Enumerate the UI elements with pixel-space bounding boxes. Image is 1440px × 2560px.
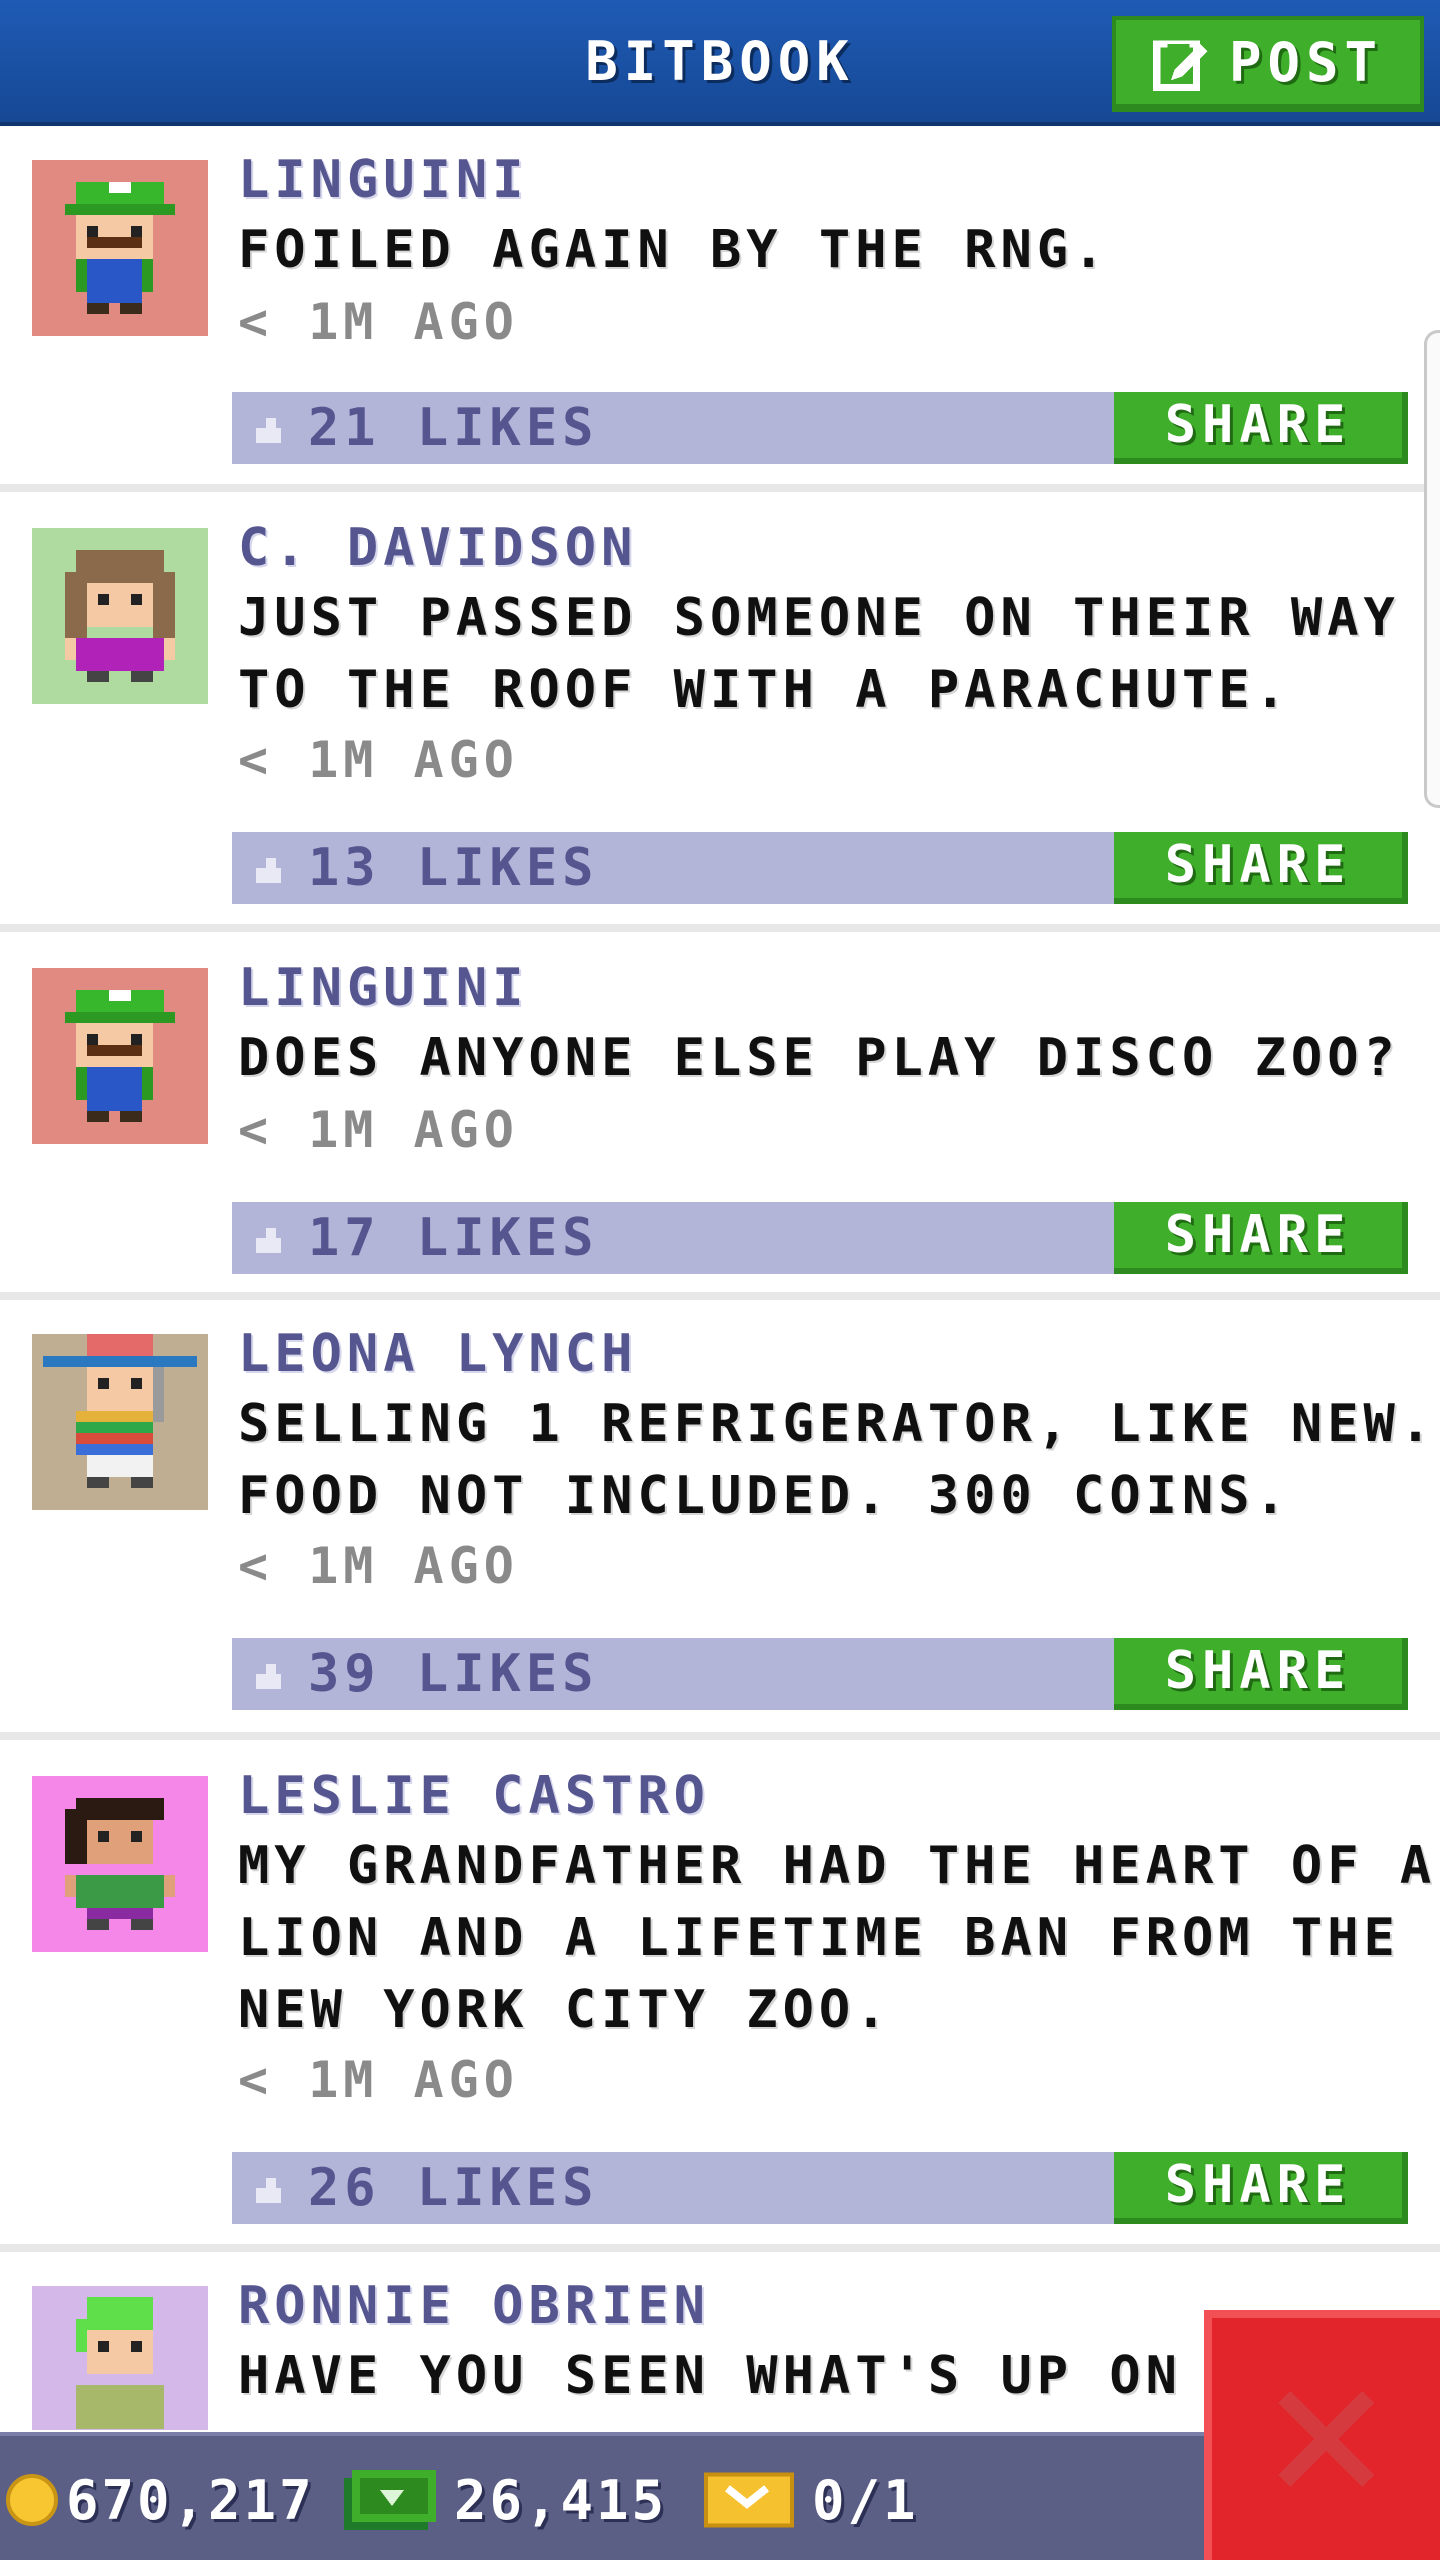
post-time: < 1M AGO [238, 293, 519, 351]
post-author[interactable]: LINGUINI [238, 150, 528, 210]
post-divider [0, 1292, 1440, 1300]
feed-post: LEONA LYNCH SELLING 1 REFRIGERATOR, LIKE… [0, 1300, 1440, 1740]
share-button[interactable]: SHARE [1114, 1638, 1408, 1710]
post-time: < 1M AGO [238, 1101, 519, 1159]
likes-bar: 13 LIKES SHARE [232, 832, 1408, 904]
post-text-line: SELLING 1 REFRIGERATOR, LIKE NEW. [238, 1394, 1437, 1454]
post-button-label: POST [1228, 30, 1384, 94]
coins-value: 670,217 [66, 2468, 315, 2532]
thumbs-up-icon [256, 1664, 281, 1689]
share-button[interactable]: SHARE [1114, 2152, 1408, 2224]
post-author[interactable]: C. DAVIDSON [238, 518, 637, 578]
likes-count: 13 LIKES [308, 838, 599, 898]
likes-count: 21 LIKES [308, 398, 599, 458]
vip-ticket-icon [704, 2472, 794, 2528]
feed-post: C. DAVIDSON JUST PASSED SOMEONE ON THEIR… [0, 492, 1440, 932]
post-time: < 1M AGO [238, 1537, 519, 1595]
share-button[interactable]: SHARE [1114, 832, 1408, 904]
vip-value: 0/1 [812, 2468, 919, 2532]
feed[interactable]: LINGUINI FOILED AGAIN BY THE RNG. < 1M A… [0, 130, 1440, 2430]
post-divider [0, 484, 1440, 492]
vip-stat: 0/1 [704, 2436, 919, 2560]
thumbs-up-icon [256, 2178, 281, 2203]
thumbs-up-icon [256, 858, 281, 883]
post-text-line: LION AND A LIFETIME BAN FROM THE [238, 1908, 1400, 1968]
post-text-line: FOOD NOT INCLUDED. 300 COINS. [238, 1466, 1291, 1526]
bux-stat: 26,415 [344, 2436, 667, 2560]
post-text-line: MY GRANDFATHER HAD THE HEART OF A [238, 1836, 1437, 1896]
post-text-line: FOILED AGAIN BY THE RNG. [238, 220, 1110, 280]
avatar [32, 528, 208, 704]
likes-count: 17 LIKES [308, 1208, 599, 1268]
likes-count: 39 LIKES [308, 1644, 599, 1704]
post-divider [0, 2244, 1440, 2252]
bux-value: 26,415 [454, 2468, 668, 2532]
feed-post: LINGUINI DOES ANYONE ELSE PLAY DISCO ZOO… [0, 932, 1440, 1300]
avatar [32, 968, 208, 1144]
app-header: BITBOOK POST [0, 0, 1440, 126]
bux-icon [344, 2470, 436, 2530]
post-author[interactable]: LINGUINI [238, 958, 528, 1018]
coins-stat: 670,217 [6, 2436, 315, 2560]
post-text-line: JUST PASSED SOMEONE ON THEIR WAY [238, 588, 1400, 648]
post-text-line: TO THE ROOF WITH A PARACHUTE. [238, 660, 1291, 720]
post-time: < 1M AGO [238, 731, 519, 789]
scrollbar[interactable] [1424, 330, 1440, 808]
likes-bar: 26 LIKES SHARE [232, 2152, 1408, 2224]
post-text-line: DOES ANYONE ELSE PLAY DISCO ZOO? [238, 1028, 1400, 1088]
likes-bar: 39 LIKES SHARE [232, 1638, 1408, 1710]
close-icon [1278, 2391, 1374, 2487]
avatar [32, 1776, 208, 1952]
post-divider [0, 924, 1440, 932]
feed-post: LINGUINI FOILED AGAIN BY THE RNG. < 1M A… [0, 130, 1440, 492]
thumbs-up-icon [256, 1228, 281, 1253]
coin-icon [6, 2474, 58, 2526]
likes-count: 26 LIKES [308, 2158, 599, 2218]
pencil-square-icon [1152, 40, 1208, 91]
post-button[interactable]: POST [1112, 16, 1424, 112]
share-button[interactable]: SHARE [1114, 1202, 1408, 1274]
post-author[interactable]: RONNIE OBRIEN [238, 2276, 710, 2336]
post-time: < 1M AGO [238, 2051, 519, 2109]
post-author[interactable]: LESLIE CASTRO [238, 1766, 710, 1826]
thumbs-up-icon [256, 418, 281, 443]
post-divider [0, 1732, 1440, 1740]
avatar [32, 160, 208, 336]
likes-bar: 17 LIKES SHARE [232, 1202, 1408, 1274]
close-button[interactable] [1204, 2310, 1440, 2560]
feed-post: LESLIE CASTRO MY GRANDFATHER HAD THE HEA… [0, 1740, 1440, 2252]
post-author[interactable]: LEONA LYNCH [238, 1324, 637, 1384]
avatar [32, 1334, 208, 1510]
avatar [32, 2286, 208, 2430]
likes-bar: 21 LIKES SHARE [232, 392, 1408, 464]
share-button[interactable]: SHARE [1114, 392, 1408, 464]
post-text-line: NEW YORK CITY ZOO. [238, 1980, 892, 2040]
